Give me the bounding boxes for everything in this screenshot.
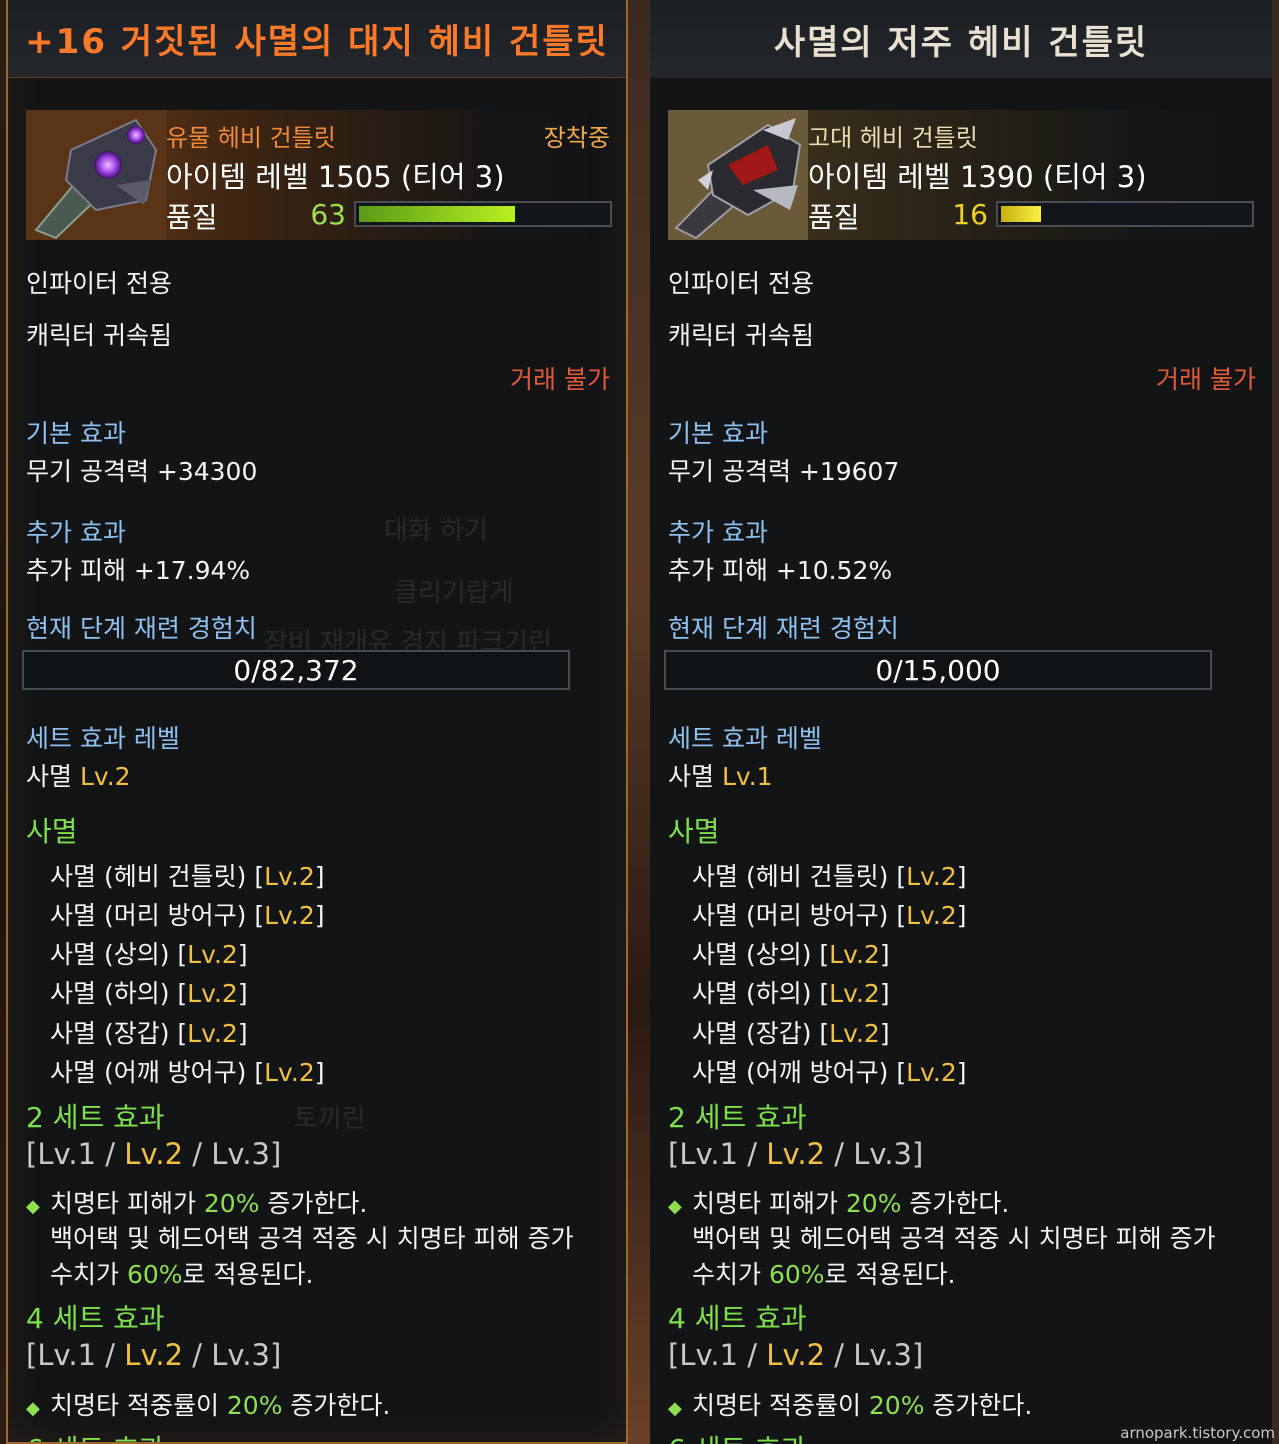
diamond-bullet-icon: ◆: [26, 1196, 40, 1217]
base-effect-title: 기본 효과: [26, 419, 126, 448]
set-item: 사멸 (어깨 방어구) [Lv.2]: [50, 1058, 325, 1087]
set-item: 사멸 (헤비 건틀릿) [Lv.2]: [50, 862, 325, 891]
background-edge: [1272, 0, 1279, 1444]
set4-title: 4 세트 효과: [668, 1302, 807, 1335]
set-item: 사멸 (상의) [Lv.2]: [692, 940, 890, 969]
set2-effect-line: 수치가 60%로 적용된다.: [50, 1260, 314, 1289]
set2-effect-line: 백어택 및 헤드어택 공격 적중 시 치명타 피해 증가: [692, 1224, 1216, 1253]
set2-effect-line: ◆ 치명타 피해가 20% 증가한다.: [668, 1189, 1010, 1218]
refine-exp-title: 현재 단계 재련 경험치: [26, 614, 257, 643]
set-item: 사멸 (어깨 방어구) [Lv.2]: [692, 1058, 967, 1087]
quality-value: 16: [952, 198, 988, 231]
tooltip-equipped-item: +16 거짓된 사멸의 대지 헤비 건틀릿 대화 하기 클리기랍게 장비 재개유…: [6, 0, 628, 1444]
gauntlet-icon[interactable]: [668, 110, 808, 240]
set4-levels: [Lv.1 / Lv.2 / Lv.3]: [668, 1338, 924, 1372]
item-header: 유물 헤비 건틀릿 장착중 아이템 레벨 1505 (티어 3) 품질 63: [26, 110, 614, 240]
refine-exp-title: 현재 단계 재련 경험치: [668, 614, 899, 643]
quality-bar: [996, 201, 1254, 227]
refine-exp-bar: 0/15,000: [664, 650, 1212, 690]
set-item: 사멸 (하의) [Lv.2]: [50, 979, 248, 1008]
set-item: 사멸 (헤비 건틀릿) [Lv.2]: [692, 862, 967, 891]
set2-title: 2 세트 효과: [26, 1101, 165, 1134]
extra-effect-value: 추가 피해 +10.52%: [668, 556, 893, 585]
item-level: 아이템 레벨 1505 (티어 3): [166, 160, 505, 194]
set-item: 사멸 (머리 방어구) [Lv.2]: [50, 901, 325, 930]
set-item: 사멸 (장갑) [Lv.2]: [692, 1019, 890, 1048]
base-effect-value: 무기 공격력 +19607: [668, 457, 900, 486]
set-level-value: 사멸 Lv.1: [668, 762, 773, 791]
set2-title: 2 세트 효과: [668, 1101, 807, 1134]
set2-effect-line: ◆ 치명타 피해가 20% 증가한다.: [26, 1189, 368, 1218]
extra-effect-title: 추가 효과: [26, 518, 126, 547]
item-grade: 고대 헤비 건틀릿: [808, 124, 978, 152]
set6-title: 6 세트 효과: [26, 1428, 165, 1442]
set-item: 사멸 (상의) [Lv.2]: [50, 940, 248, 969]
background-divider: [628, 0, 650, 1444]
item-header: 고대 헤비 건틀릿 아이템 레벨 1390 (티어 3) 품질 16: [668, 110, 1256, 240]
set-item: 사멸 (머리 방어구) [Lv.2]: [692, 901, 967, 930]
diamond-bullet-icon: ◆: [668, 1398, 682, 1419]
quality-value: 63: [310, 198, 346, 231]
class-restriction: 인파이터 전용: [26, 269, 172, 298]
gauntlet-icon[interactable]: [26, 110, 166, 240]
quality-bar-fill: [359, 206, 515, 222]
refine-exp-bar: 0/82,372: [22, 650, 570, 690]
set4-title: 4 세트 효과: [26, 1302, 165, 1335]
background-ghost-text: 클리기랍게: [394, 578, 514, 608]
set2-effect-line: 백어택 및 헤드어택 공격 적중 시 치명타 피해 증가: [50, 1224, 574, 1253]
item-level: 아이템 레벨 1390 (티어 3): [808, 160, 1147, 194]
set-item: 사멸 (하의) [Lv.2]: [692, 979, 890, 1008]
class-restriction: 인파이터 전용: [668, 269, 814, 298]
quality-bar: [354, 201, 612, 227]
background-ghost-text: 토끼린: [294, 1104, 366, 1134]
extra-effect-title: 추가 효과: [668, 518, 768, 547]
quality-bar-fill: [1001, 206, 1041, 222]
item-title: 사멸의 저주 헤비 건틀릿: [650, 0, 1272, 78]
item-grade: 유물 헤비 건틀릿: [166, 124, 336, 152]
set-level-title: 세트 효과 레벨: [668, 724, 822, 753]
set2-levels: [Lv.1 / Lv.2 / Lv.3]: [26, 1137, 282, 1171]
set2-effect-line: 수치가 60%로 적용된다.: [692, 1260, 956, 1289]
tooltip-compare-item: 사멸의 저주 헤비 건틀릿 고대 헤비 건틀릿 아이템 레벨 1390 (티어 …: [650, 0, 1272, 1444]
bind-status: 캐릭터 귀속됨: [668, 321, 814, 350]
trade-status: 거래 불가: [510, 365, 610, 394]
watermark: arnopark.tistory.com: [1120, 1424, 1275, 1442]
base-effect-title: 기본 효과: [668, 419, 768, 448]
set-name: 사멸: [26, 815, 78, 848]
set-name: 사멸: [668, 815, 720, 848]
background-ghost-text: 대화 하기: [384, 516, 488, 546]
set-level-title: 세트 효과 레벨: [26, 724, 180, 753]
equipped-badge: 장착중: [543, 124, 610, 152]
set-level-value: 사멸 Lv.2: [26, 762, 131, 791]
set6-title: 6 세트 효과: [668, 1428, 807, 1444]
set2-levels: [Lv.1 / Lv.2 / Lv.3]: [668, 1137, 924, 1171]
extra-effect-value: 추가 피해 +17.94%: [26, 556, 251, 585]
set4-effect-line: ◆ 치명타 적중률이 20% 증가한다.: [26, 1391, 391, 1420]
diamond-bullet-icon: ◆: [26, 1398, 40, 1419]
set4-effect-line: ◆ 치명타 적중률이 20% 증가한다.: [668, 1391, 1033, 1420]
quality-label: 품질: [166, 201, 218, 234]
set4-levels: [Lv.1 / Lv.2 / Lv.3]: [26, 1338, 282, 1372]
trade-status: 거래 불가: [1156, 365, 1256, 394]
item-title: +16 거짓된 사멸의 대지 헤비 건틀릿: [8, 0, 626, 78]
base-effect-value: 무기 공격력 +34300: [26, 457, 258, 486]
quality-label: 품질: [808, 201, 860, 234]
bind-status: 캐릭터 귀속됨: [26, 321, 172, 350]
diamond-bullet-icon: ◆: [668, 1196, 682, 1217]
set-item: 사멸 (장갑) [Lv.2]: [50, 1019, 248, 1048]
